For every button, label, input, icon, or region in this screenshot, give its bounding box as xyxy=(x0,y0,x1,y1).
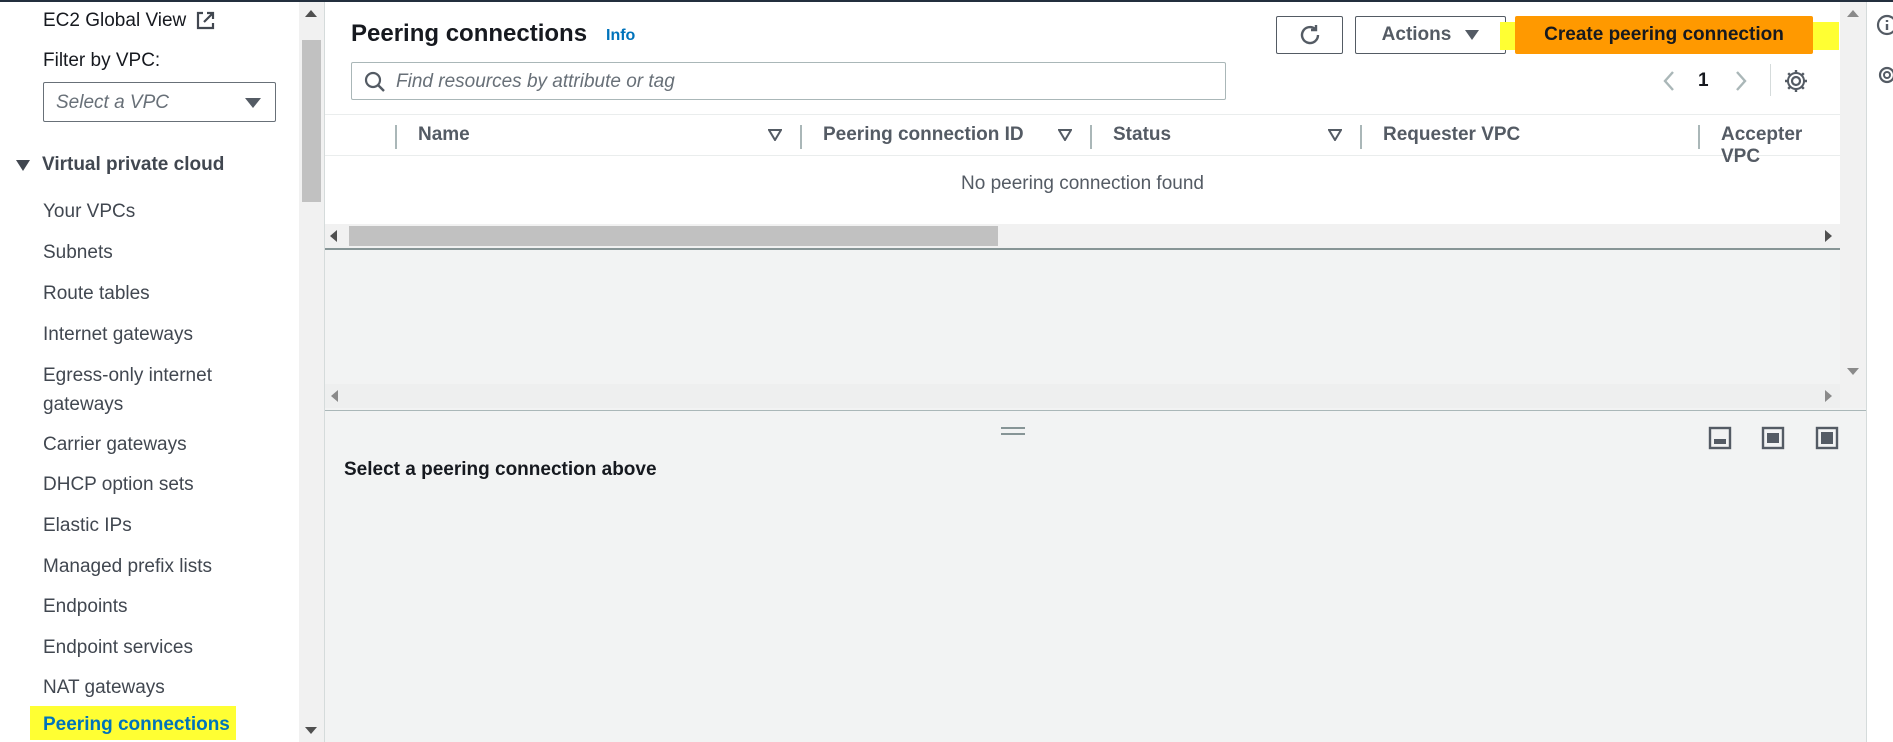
split-bottom-icon[interactable] xyxy=(1708,426,1732,450)
right-utility-rail xyxy=(1866,2,1893,742)
scroll-up-icon[interactable] xyxy=(1847,10,1859,17)
scroll-left-icon[interactable] xyxy=(330,230,337,242)
caret-down-icon xyxy=(1465,30,1480,40)
sidebar-item-nat-gateways[interactable]: NAT gateways xyxy=(43,677,165,699)
sort-icon[interactable] xyxy=(1058,129,1072,141)
split-side-icon[interactable] xyxy=(1761,426,1785,450)
scroll-right-icon[interactable] xyxy=(1825,230,1832,242)
sidebar-item-endpoint-services[interactable]: Endpoint services xyxy=(43,637,193,659)
details-placeholder-message: Select a peering connection above xyxy=(344,459,657,480)
sidebar-item-dhcp-option-sets[interactable]: DHCP option sets xyxy=(43,474,194,496)
vpc-select-placeholder: Select a VPC xyxy=(56,92,169,113)
sidebar-scrollbar-thumb[interactable] xyxy=(302,40,321,202)
scroll-left-icon[interactable] xyxy=(331,390,338,402)
section-title: Virtual private cloud xyxy=(42,154,225,175)
sidebar-item-carrier-gateways[interactable]: Carrier gateways xyxy=(43,434,187,456)
search-icon xyxy=(364,71,385,92)
scroll-down-icon[interactable] xyxy=(305,727,317,734)
filter-by-vpc-label: Filter by VPC: xyxy=(43,50,161,71)
sidebar-item-egress-only-internet-gateways[interactable]: Egress-only internet xyxy=(43,365,212,387)
vpc-select[interactable]: Select a VPC xyxy=(43,82,276,122)
search-input[interactable] xyxy=(394,68,1218,96)
page-title: Peering connections xyxy=(351,20,588,47)
column-divider[interactable] xyxy=(1360,125,1362,149)
create-peering-connection-label: Create peering connection xyxy=(1544,24,1784,45)
column-divider[interactable] xyxy=(1698,125,1700,149)
split-panel-divider xyxy=(325,410,1893,411)
column-header-peering-connection-id[interactable]: Peering connection ID xyxy=(823,124,1024,146)
actions-label: Actions xyxy=(1381,24,1452,45)
scroll-right-icon[interactable] xyxy=(1825,390,1832,402)
sort-icon[interactable] xyxy=(1328,129,1342,141)
sidebar-item-elastic-ips[interactable]: Elastic IPs xyxy=(43,515,132,537)
sidebar-item-peering-connections[interactable]: Peering connections xyxy=(43,714,230,736)
column-divider xyxy=(395,125,397,149)
ec2-global-view-label: EC2 Global View xyxy=(43,10,187,31)
sidebar-item-route-tables[interactable]: Route tables xyxy=(43,283,150,305)
refresh-button[interactable] xyxy=(1276,16,1343,54)
create-peering-connection-button[interactable]: Create peering connection xyxy=(1515,16,1813,54)
info-icon[interactable] xyxy=(1876,14,1893,36)
column-header-status[interactable]: Status xyxy=(1113,124,1171,146)
split-panel-drag-handle[interactable] xyxy=(1001,427,1025,435)
chevron-left-icon[interactable] xyxy=(1661,70,1677,92)
scroll-down-icon[interactable] xyxy=(1847,368,1859,375)
sidebar-item-your-vpcs[interactable]: Your VPCs xyxy=(43,201,135,223)
info-link[interactable]: Info xyxy=(606,27,635,45)
sort-icon[interactable] xyxy=(768,129,782,141)
pagination-divider xyxy=(1770,64,1771,96)
caret-down-icon xyxy=(245,98,261,108)
column-header-name[interactable]: Name xyxy=(418,124,470,146)
settings-icon[interactable] xyxy=(1783,68,1809,94)
page-number[interactable]: 1 xyxy=(1698,70,1709,92)
refresh-icon xyxy=(1300,25,1319,45)
column-header-requester-vpc[interactable]: Requester VPC xyxy=(1383,124,1520,146)
sidebar-item-egress-only-internet-gateways-line2[interactable]: gateways xyxy=(43,394,123,416)
column-divider[interactable] xyxy=(1090,125,1092,149)
chevron-right-icon[interactable] xyxy=(1733,70,1749,92)
external-link-icon xyxy=(197,11,215,30)
sidebar-item-internet-gateways[interactable]: Internet gateways xyxy=(43,324,193,346)
scroll-up-icon[interactable] xyxy=(305,10,317,17)
table-scrollbar-thumb[interactable] xyxy=(349,226,998,246)
panel-divider xyxy=(325,248,1840,250)
ec2-global-view-link[interactable]: EC2 Global View xyxy=(43,10,216,32)
column-divider[interactable] xyxy=(800,125,802,149)
table-header: Name Peering connection ID Status Reques… xyxy=(325,114,1840,167)
actions-dropdown-button[interactable]: Actions xyxy=(1355,16,1506,54)
empty-table-message: No peering connection found xyxy=(961,173,1204,194)
search-field[interactable] xyxy=(351,62,1226,100)
gear-icon[interactable] xyxy=(1876,64,1893,86)
column-header-accepter-vpc[interactable]: Accepter VPC xyxy=(1721,124,1840,168)
content-vertical-scrollbar[interactable] xyxy=(1840,2,1866,408)
caret-down-icon xyxy=(16,159,30,171)
sidebar-item-subnets[interactable]: Subnets xyxy=(43,242,113,264)
content-horizontal-scrollbar[interactable] xyxy=(325,384,1840,408)
section-toggle-virtual-private-cloud[interactable]: Virtual private cloud xyxy=(16,154,224,176)
sidebar-item-managed-prefix-lists[interactable]: Managed prefix lists xyxy=(43,556,212,578)
sidebar-item-endpoints[interactable]: Endpoints xyxy=(43,596,128,618)
fullscreen-icon[interactable] xyxy=(1815,426,1839,450)
